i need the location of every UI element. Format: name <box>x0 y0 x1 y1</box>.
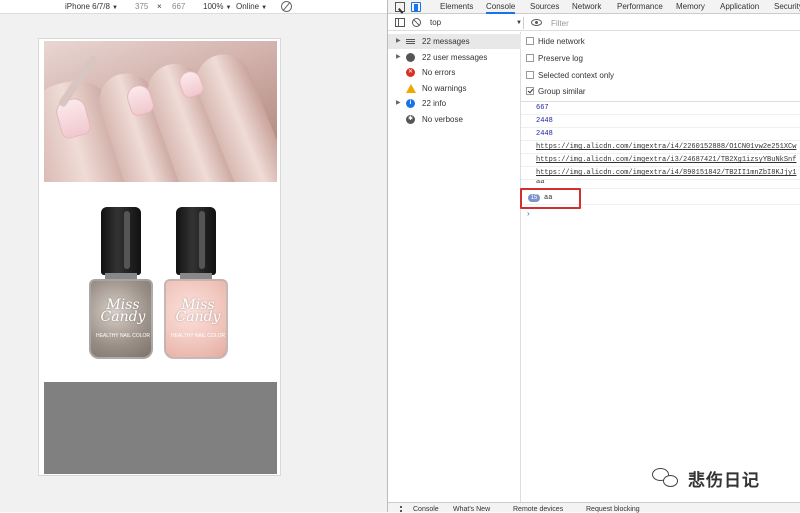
chevron-down-icon: ▼ <box>516 20 522 26</box>
expand-arrow-icon[interactable]: ▶ <box>396 34 401 49</box>
filter-input[interactable] <box>551 17 800 29</box>
log-url-link[interactable]: https://img.alicdn.com/imgextra/i4/22601… <box>536 141 796 153</box>
log-url-link[interactable]: https://img.alicdn.com/imgextra/i3/24687… <box>536 154 796 166</box>
tab-memory[interactable]: Memory <box>676 1 705 14</box>
sidebar-item-errors[interactable]: ✕ No errors <box>388 65 521 80</box>
setting-label: Preserve log <box>538 54 583 63</box>
console-sidebar: ▶ 22 messages ▶ 22 user messages ✕ No er… <box>388 32 521 502</box>
gray-placeholder-block <box>44 382 277 474</box>
device-height-input[interactable]: 667 <box>172 2 185 11</box>
log-row: 2448 <box>521 128 800 141</box>
sidebar-item-label: No warnings <box>422 84 467 93</box>
devtools-panel: Elements Console Sources Network Perform… <box>387 0 800 513</box>
device-toolbar-toggle-icon[interactable] <box>411 2 421 12</box>
sidebar-item-warnings[interactable]: No warnings <box>388 81 521 96</box>
more-menu-icon[interactable] <box>400 506 402 512</box>
drawer-tabbar: Console What's New Remote devices Reques… <box>388 502 800 513</box>
console-output: Hide network Preserve log Selected conte… <box>521 32 800 502</box>
user-icon <box>406 53 415 62</box>
sidebar-item-label: 22 info <box>422 99 447 108</box>
bottle-brand: Miss Candy <box>100 297 146 325</box>
tab-performance[interactable]: Performance <box>617 1 663 14</box>
tab-sources[interactable]: Sources <box>530 1 559 14</box>
sidebar-item-label: No errors <box>422 68 456 77</box>
watermark: 悲伤日记 <box>652 463 760 493</box>
context-value: top <box>430 18 442 27</box>
verbose-icon: ✱ <box>406 115 415 124</box>
expand-arrow-icon[interactable]: ▶ <box>396 96 401 111</box>
hand-nail-image <box>44 41 277 182</box>
devtools-tabbar: Elements Console Sources Network Perform… <box>388 0 800 14</box>
sidebar-item-label: No verbose <box>422 115 463 124</box>
log-row: https://img.alicdn.com/imgextra/i3/24687… <box>521 154 800 167</box>
red-highlight-box <box>520 188 581 209</box>
log-value: 2448 <box>536 117 553 125</box>
tab-console[interactable]: Console <box>486 1 516 14</box>
hide-network-checkbox[interactable] <box>526 37 534 45</box>
log-value: 667 <box>536 104 549 112</box>
log-row: 2448 <box>521 115 800 128</box>
tab-application[interactable]: Application <box>720 1 759 14</box>
log-value: aa <box>536 180 545 186</box>
tab-network[interactable]: Network <box>572 1 601 14</box>
info-icon: i <box>406 99 415 108</box>
eye-icon[interactable] <box>531 19 542 26</box>
sidebar-item-user-messages[interactable]: ▶ 22 user messages <box>388 50 521 65</box>
bottle-subtitle: HEALTHY NAIL COLOR <box>170 333 226 339</box>
sidebar-item-messages[interactable]: ▶ 22 messages <box>388 34 521 49</box>
zoom-select[interactable]: 100% ▼ <box>203 2 231 11</box>
setting-label: Hide network <box>538 37 585 46</box>
sidebar-item-label: 22 user messages <box>422 53 488 62</box>
log-value: 2448 <box>536 130 553 138</box>
log-row: https://img.alicdn.com/imgextra/i4/22601… <box>521 141 800 154</box>
tab-security[interactable]: Security <box>774 1 800 14</box>
setting-label: Selected context only <box>538 71 615 80</box>
log-url-link[interactable]: https://img.alicdn.com/imgextra/i4/89015… <box>536 167 796 179</box>
wechat-icon <box>652 466 682 490</box>
chevron-down-icon: ▼ <box>225 5 232 11</box>
group-similar-checkbox[interactable] <box>526 87 534 95</box>
chevron-down-icon: ▼ <box>111 5 118 11</box>
expand-arrow-icon[interactable]: ▶ <box>396 50 401 65</box>
preserve-log-checkbox[interactable] <box>526 54 534 62</box>
bottle-brand: Miss Candy <box>175 297 221 325</box>
device-toolbar: iPhone 6/7/8 ▼ 375 × 667 100% ▼ Online ▼ <box>0 0 387 14</box>
sidebar-item-label: 22 messages <box>422 37 470 46</box>
network-throttle-select[interactable]: Online ▼ <box>236 2 267 11</box>
log-row: https://img.alicdn.com/imgextra/i4/89015… <box>521 167 800 180</box>
sidebar-item-info[interactable]: ▶ i 22 info <box>388 96 521 111</box>
toolbar-divider <box>523 17 524 29</box>
phone-viewport: Miss Candy HEALTHY NAIL COLOR Miss Candy… <box>38 38 281 476</box>
console-toolbar: top ▼ <box>388 15 800 31</box>
console-prompt-icon[interactable]: › <box>527 209 530 218</box>
device-width-input[interactable]: 375 <box>135 2 148 11</box>
sidebar-item-verbose[interactable]: ✱ No verbose <box>388 112 521 127</box>
setting-label: Group similar <box>538 87 586 96</box>
warning-icon <box>406 84 416 93</box>
chevron-down-icon: ▼ <box>261 5 268 11</box>
context-select[interactable]: top ▼ <box>430 17 522 29</box>
sidebar-toggle-icon[interactable] <box>395 18 405 27</box>
error-icon: ✕ <box>406 68 415 77</box>
tab-elements[interactable]: Elements <box>440 1 473 14</box>
list-icon <box>406 37 415 46</box>
device-name: iPhone 6/7/8 <box>65 2 110 11</box>
network-value: Online <box>236 2 260 11</box>
selected-context-checkbox[interactable] <box>526 71 534 79</box>
device-preview-pane: iPhone 6/7/8 ▼ 375 × 667 100% ▼ Online ▼ Mi… <box>0 0 387 512</box>
clear-console-icon[interactable] <box>412 18 421 27</box>
rotate-icon[interactable] <box>281 1 292 12</box>
log-row: 667 <box>521 102 800 115</box>
zoom-value: 100% <box>203 2 224 11</box>
bottle-subtitle: HEALTHY NAIL COLOR <box>95 333 151 339</box>
device-select[interactable]: iPhone 6/7/8 ▼ <box>65 2 118 11</box>
watermark-text: 悲伤日记 <box>688 470 760 491</box>
inspect-element-icon[interactable] <box>395 2 405 12</box>
dimension-separator: × <box>157 2 162 11</box>
nail-polish-product-image: Miss Candy HEALTHY NAIL COLOR Miss Candy… <box>44 182 277 382</box>
